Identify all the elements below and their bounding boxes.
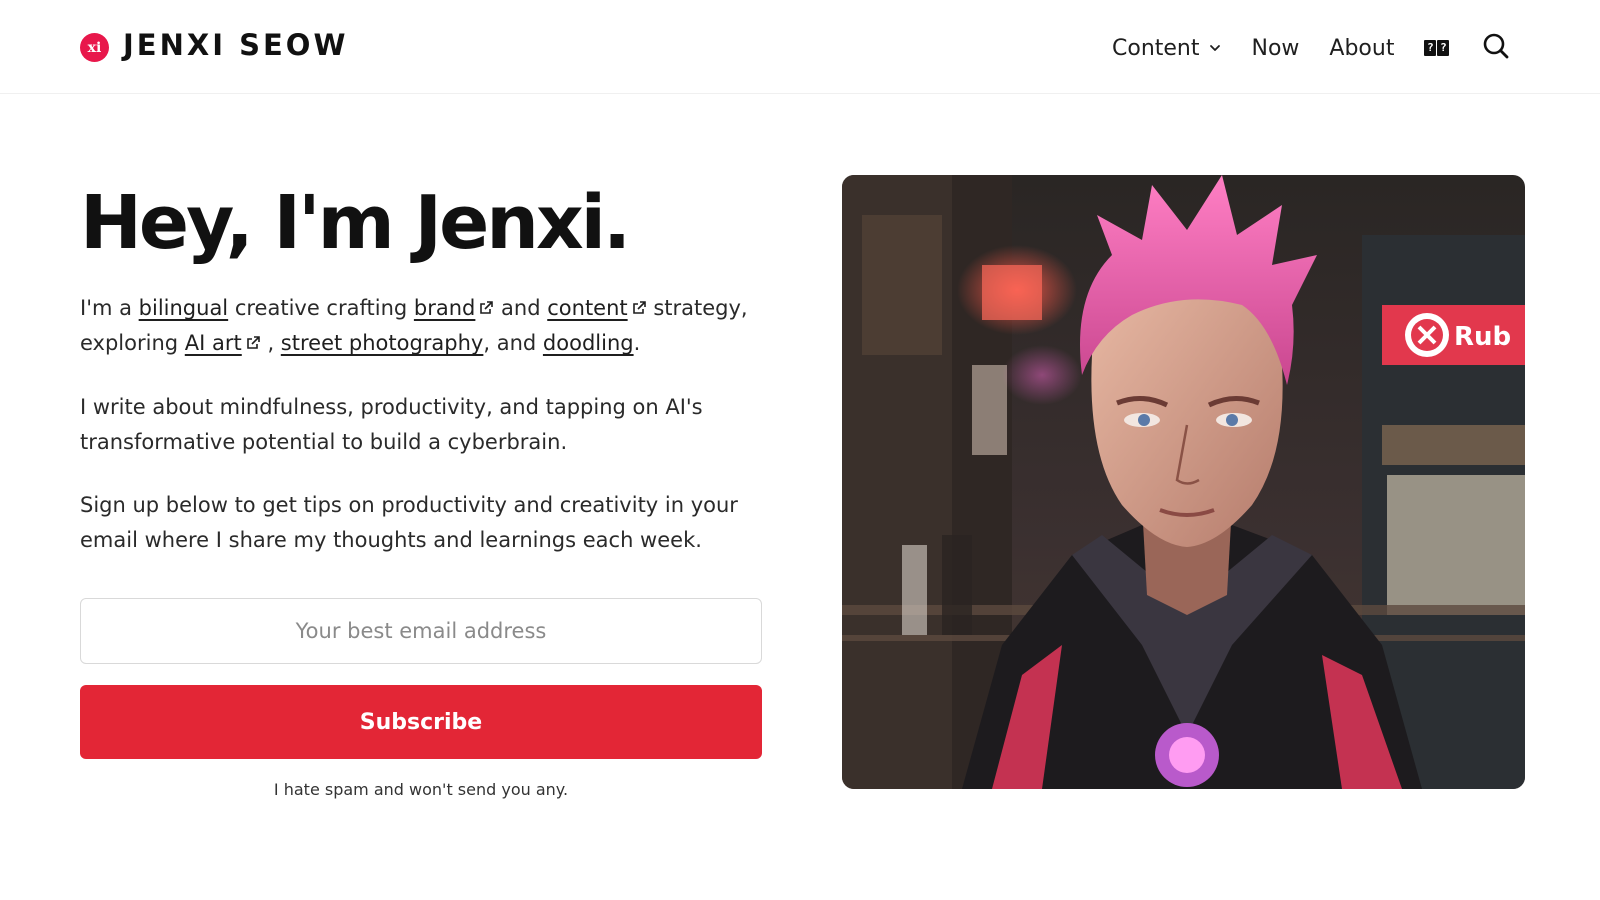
nav-content-label: Content — [1112, 35, 1200, 61]
link-bilingual[interactable]: bilingual — [139, 296, 229, 320]
hero-portrait-image: Rub — [842, 175, 1525, 789]
link-content[interactable]: content — [547, 296, 646, 320]
logo-text: JENXI SEOW — [123, 27, 349, 62]
language-switch[interactable]: ? ? — [1424, 40, 1450, 56]
spam-note: I hate spam and won't send you any. — [273, 780, 569, 799]
link-doodling[interactable]: doodling — [543, 331, 634, 355]
link-ai-art[interactable]: AI art — [185, 331, 261, 355]
external-link-icon — [480, 301, 494, 314]
link-street-photography[interactable]: street photography — [281, 331, 484, 355]
storefront-sign: Rub — [1454, 322, 1511, 352]
cyberpunk-portrait-illustration: Rub — [842, 175, 1525, 789]
text: . — [633, 331, 641, 355]
link-content-label: content — [547, 296, 628, 320]
language-glyph: ? — [1424, 40, 1437, 56]
site-logo[interactable]: xi JENXI SEOW — [80, 27, 348, 62]
nav-content-dropdown[interactable]: Content — [1112, 36, 1222, 61]
logo-mark-icon: xi — [80, 33, 109, 62]
text: and — [494, 296, 548, 320]
language-glyph: ? — [1437, 40, 1450, 56]
email-input[interactable] — [80, 598, 762, 664]
text: I'm a — [80, 296, 139, 320]
main-nav: Content Now About ? ? — [1112, 30, 1450, 66]
text: creative crafting — [228, 296, 414, 320]
text: , — [260, 331, 281, 355]
external-link-icon — [632, 301, 646, 314]
about-paragraph: I write about mindfulness, productivity,… — [80, 395, 703, 454]
nav-now[interactable]: Now — [1252, 36, 1300, 61]
hero-title: Hey, I'm Jenxi. — [80, 180, 631, 266]
site-header: xi JENXI SEOW Content Now About ? ? — [0, 0, 1600, 94]
text: , and — [483, 331, 543, 355]
intro-paragraph: I'm a bilingual creative crafting brand … — [80, 291, 770, 361]
chevron-down-icon — [1209, 45, 1220, 51]
nav-about[interactable]: About — [1329, 36, 1394, 61]
search-icon[interactable] — [1482, 32, 1510, 60]
external-link-icon — [246, 336, 260, 349]
link-ai-art-label: AI art — [184, 331, 242, 355]
link-brand-label: brand — [413, 296, 476, 320]
link-brand[interactable]: brand — [414, 296, 494, 320]
signup-paragraph: Sign up below to get tips on productivit… — [80, 493, 738, 552]
subscribe-button[interactable]: Subscribe — [80, 685, 762, 759]
